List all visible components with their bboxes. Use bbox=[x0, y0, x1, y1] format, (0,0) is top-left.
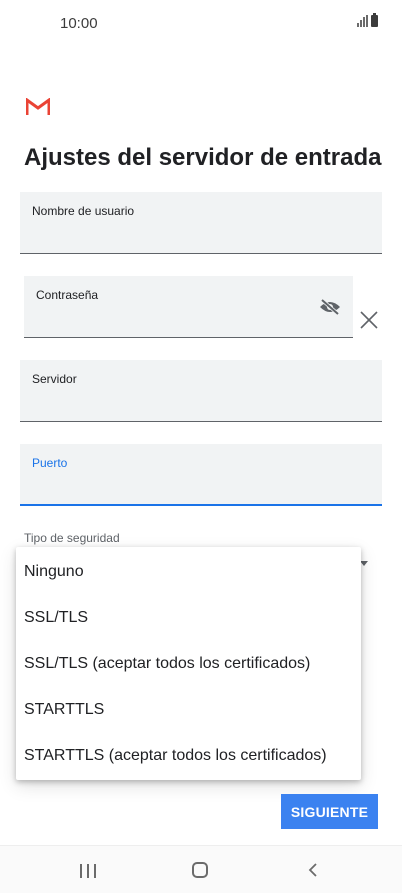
password-label: Contraseña bbox=[36, 288, 99, 302]
menu-item-ninguno[interactable]: Ninguno bbox=[16, 549, 361, 595]
port-field[interactable]: Puerto bbox=[20, 444, 382, 506]
server-label: Servidor bbox=[32, 372, 77, 386]
username-label: Nombre de usuario bbox=[32, 204, 135, 218]
eye-off-icon[interactable] bbox=[319, 298, 341, 316]
back-icon[interactable] bbox=[306, 862, 322, 878]
next-button[interactable]: SIGUIENTE bbox=[281, 794, 378, 829]
menu-item-starttls-all-certs[interactable]: STARTTLS (aceptar todos los certificados… bbox=[16, 733, 361, 779]
dropdown-arrow-icon[interactable] bbox=[360, 561, 368, 566]
gmail-icon bbox=[26, 98, 50, 115]
page-title: Ajustes del servidor de entrada bbox=[24, 144, 382, 171]
password-field[interactable]: Contraseña bbox=[24, 276, 353, 338]
security-type-label: Tipo de seguridad bbox=[24, 531, 120, 545]
port-label: Puerto bbox=[32, 456, 68, 470]
username-underline bbox=[20, 253, 382, 254]
security-type-menu: Ninguno SSL/TLS SSL/TLS (aceptar todos l… bbox=[16, 547, 361, 780]
password-underline bbox=[24, 337, 353, 338]
home-icon[interactable] bbox=[192, 862, 208, 878]
close-icon[interactable] bbox=[360, 311, 378, 329]
menu-item-ssl-tls-all-certs[interactable]: SSL/TLS (aceptar todos los certificados) bbox=[16, 641, 361, 687]
status-icons bbox=[357, 13, 378, 27]
username-field[interactable]: Nombre de usuario bbox=[20, 192, 382, 254]
navigation-bar bbox=[0, 845, 402, 893]
port-underline bbox=[20, 504, 382, 506]
signal-icon bbox=[357, 15, 368, 27]
battery-icon bbox=[371, 13, 378, 27]
status-bar: 10:00 bbox=[0, 0, 402, 48]
server-field[interactable]: Servidor bbox=[20, 360, 382, 422]
menu-item-ssl-tls[interactable]: SSL/TLS bbox=[16, 595, 361, 641]
menu-item-starttls[interactable]: STARTTLS bbox=[16, 687, 361, 733]
recent-apps-icon[interactable] bbox=[80, 864, 96, 878]
status-time: 10:00 bbox=[60, 15, 98, 32]
server-underline bbox=[20, 421, 382, 422]
